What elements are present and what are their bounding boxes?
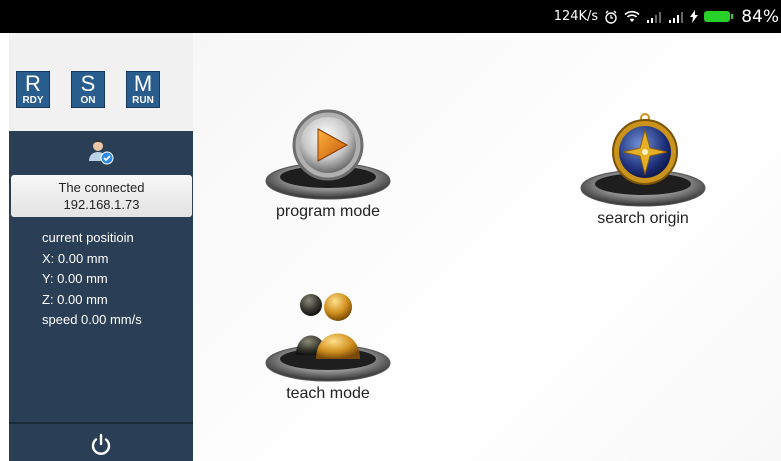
network-speed: 124K/s [553, 9, 599, 24]
compass-icon [580, 113, 706, 207]
position-info: current positioin X: 0.00 mm Y: 0.00 mm … [42, 228, 142, 331]
badge-letter: R [25, 71, 41, 96]
wifi-icon [624, 10, 640, 23]
signal-icon [646, 11, 662, 23]
play-icon [265, 109, 391, 200]
position-x: X: 0.00 mm [42, 250, 109, 266]
badge-letter: M [133, 71, 153, 96]
alarm-icon [604, 10, 618, 24]
position-z: Z: 0.00 mm [42, 291, 108, 307]
connection-status-text: The connected [58, 180, 145, 195]
search-origin-label: search origin [597, 210, 689, 227]
power-button[interactable] [89, 433, 113, 457]
badge-letter: S [80, 71, 96, 96]
charging-icon [690, 10, 699, 23]
run-badge: M RUN [126, 71, 160, 108]
battery-percent: 84% [741, 6, 779, 27]
teach-mode-button[interactable]: teach mode [263, 285, 393, 403]
program-mode-label: program mode [275, 203, 381, 220]
teach-users-icon [265, 293, 391, 382]
position-speed: speed 0.00 mm/s [42, 312, 142, 327]
search-origin-button[interactable]: search origin [568, 110, 718, 228]
sidebar-divider [9, 422, 193, 424]
badge-status: RDY [22, 95, 44, 106]
rdy-badge: R RDY [16, 71, 50, 108]
on-badge: S ON [71, 71, 105, 108]
power-icon [91, 433, 111, 455]
teach-mode-label: teach mode [286, 385, 370, 402]
mode-badges: R RDY S ON M RUN [16, 71, 160, 108]
position-y: Y: 0.00 mm [42, 271, 108, 286]
status-bar-right: 124K/s 84% [554, 0, 781, 33]
signal-icon [668, 11, 684, 23]
status-bar: 124K/s 84% [0, 0, 781, 33]
position-title: current positioin [42, 230, 134, 245]
badge-status: RUN [132, 95, 154, 106]
program-mode-button[interactable]: program mode [263, 103, 393, 221]
user-connected-icon [88, 139, 114, 165]
main-area: program mode search origin teach mode [193, 33, 781, 461]
sidebar: R RDY S ON M RUN The connected 192.168.1… [9, 33, 193, 461]
sidebar-header: R RDY S ON M RUN [9, 33, 193, 131]
connection-ip: 192.168.1.73 [63, 197, 140, 212]
connection-status[interactable]: The connected 192.168.1.73 [11, 175, 192, 217]
battery-icon [704, 11, 734, 22]
badge-status: ON [80, 95, 96, 106]
